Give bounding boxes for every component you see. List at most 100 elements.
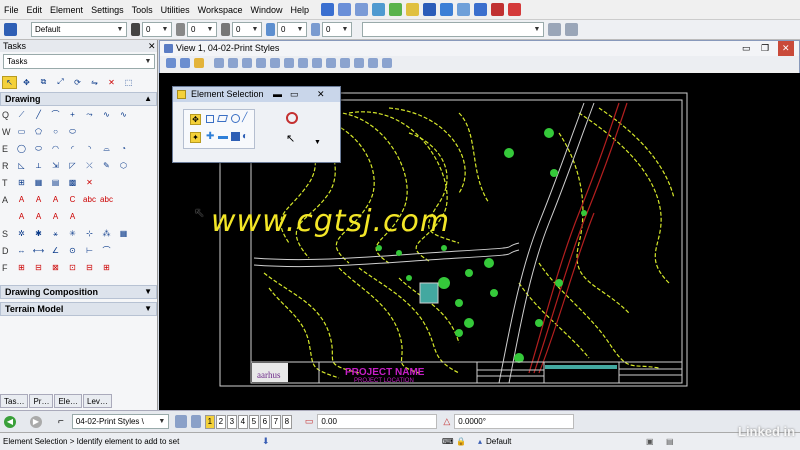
menu-workspace[interactable]: Workspace (194, 0, 247, 20)
priority-combo[interactable]: 0 ▼ (322, 22, 352, 37)
dimension-ordinate-icon[interactable]: ⊢ (82, 244, 97, 257)
scale-icon[interactable]: ⤢ (53, 76, 68, 89)
pattern-icon[interactable]: ▦ (31, 176, 46, 189)
chamfer-icon[interactable]: ◸ (65, 159, 80, 172)
cursor-icon[interactable] (440, 3, 454, 16)
chevron-down-icon[interactable]: ▼ (314, 139, 321, 146)
minimize-icon[interactable]: ▭ (742, 41, 751, 56)
manipulate-icon[interactable]: ⬚ (121, 76, 136, 89)
window-area-icon[interactable] (256, 58, 266, 68)
copy-icon[interactable]: ⧉ (36, 76, 51, 89)
view-button-4[interactable]: 4 (237, 414, 248, 429)
model-combo[interactable]: 04-02-Print Styles \ ▼ (71, 414, 169, 429)
measure-distance-icon[interactable]: ⊞ (14, 261, 29, 274)
modify-arc-icon[interactable]: ◝ (82, 142, 97, 155)
tab-tasks[interactable]: Tas… (0, 394, 29, 408)
extend-icon[interactable]: ⇲ (48, 159, 63, 172)
angle-field[interactable]: 0.0000° (454, 414, 575, 429)
measure-volume-icon[interactable]: ⊟ (82, 261, 97, 274)
no-entry-icon[interactable] (286, 112, 298, 124)
menu-help[interactable]: Help (287, 0, 314, 20)
forward-icon[interactable]: ▶ (30, 415, 42, 428)
view-button-7[interactable]: 7 (270, 414, 281, 429)
measure-length-icon[interactable]: ⊞ (99, 261, 114, 274)
line-icon[interactable]: ╱ (31, 108, 46, 121)
clear-selection-icon[interactable]: ◐ (242, 131, 248, 142)
ellipse-icon[interactable]: ⬭ (65, 125, 80, 138)
edit-text-icon[interactable]: A (48, 193, 63, 206)
place-point-icon[interactable]: + (65, 108, 80, 121)
trim-icon[interactable]: ⟂ (31, 159, 46, 172)
text-style-icon[interactable]: C (65, 193, 80, 206)
key-in-combo[interactable]: ▼ (362, 22, 544, 37)
standard-views-icon[interactable] (382, 58, 392, 68)
text-note-icon[interactable]: A (31, 193, 46, 206)
tab-element-info[interactable]: Ele… (54, 394, 83, 408)
view-attributes-icon[interactable] (166, 58, 176, 68)
circle-icon[interactable]: ○ (48, 125, 63, 138)
new-file-icon[interactable] (321, 3, 335, 16)
ellipse-tool-icon[interactable]: ⬭ (31, 142, 46, 155)
arc-3pt-icon[interactable]: ◜ (65, 142, 80, 155)
menu-window[interactable]: Window (246, 0, 286, 20)
view-button-2[interactable]: 2 (215, 414, 226, 429)
dimension-element-icon[interactable]: ↔ (14, 244, 29, 257)
view-previous-icon[interactable] (312, 58, 322, 68)
dimension-radial-icon[interactable]: ⊙ (65, 244, 80, 257)
curve-icon[interactable]: ∿ (116, 108, 131, 121)
lighting-icon[interactable] (194, 58, 204, 68)
arc-icon[interactable]: ⌒ (48, 108, 63, 121)
text-spell-icon[interactable]: A (48, 210, 63, 223)
crosshatch-icon[interactable]: ▩ (65, 176, 80, 189)
raster-icon[interactable] (372, 3, 386, 16)
transparency-icon[interactable] (266, 23, 275, 36)
minimize-icon[interactable]: ▬ (273, 87, 282, 102)
view-button-5[interactable]: 5 (248, 414, 259, 429)
measure-radius-icon[interactable]: ⊠ (48, 261, 63, 274)
cell-grid-icon[interactable]: ▦ (116, 227, 131, 240)
move-icon[interactable]: ✥ (19, 76, 34, 89)
fit-view-icon[interactable] (270, 58, 280, 68)
menu-settings[interactable]: Settings (87, 0, 128, 20)
shape-icon[interactable]: ⬠ (31, 125, 46, 138)
level-combo[interactable]: Default ▼ (31, 22, 127, 37)
back-icon[interactable]: ◀ (4, 415, 16, 428)
search-icon[interactable] (457, 3, 471, 16)
pan-view-icon[interactable] (298, 58, 308, 68)
levels-icon[interactable] (406, 3, 420, 16)
display-style-icon[interactable] (180, 58, 190, 68)
cell-library-icon[interactable]: ✱ (31, 227, 46, 240)
help-icon[interactable] (474, 3, 488, 16)
circle-selection-icon[interactable] (231, 114, 240, 123)
maximize-icon[interactable]: ▭ (290, 87, 299, 102)
views-icon[interactable] (190, 415, 201, 428)
view-button-1[interactable]: 1 (204, 414, 215, 429)
terrain-model-section[interactable]: Terrain Model ▼ (0, 302, 157, 316)
text-align-icon[interactable]: A (31, 210, 46, 223)
view-groups-icon[interactable] (174, 415, 187, 428)
cursor-mode-icon[interactable]: ↖ (286, 132, 295, 145)
close-doc-icon[interactable] (508, 3, 522, 16)
menu-element[interactable]: Element (46, 0, 87, 20)
block-selection-icon[interactable] (206, 115, 214, 123)
menu-utilities[interactable]: Utilities (157, 0, 194, 20)
rotate-view-icon[interactable] (284, 58, 294, 68)
text-fit-icon[interactable]: A (65, 210, 80, 223)
line-weight-icon[interactable] (221, 23, 230, 36)
close-icon[interactable]: ✕ (317, 87, 325, 102)
fillet-icon[interactable]: ◺ (14, 159, 29, 172)
measure-area-icon[interactable]: ⊟ (31, 261, 46, 274)
line-style-icon[interactable] (176, 23, 185, 36)
cell-matrix-icon[interactable]: ⊹ (82, 227, 97, 240)
model-icon[interactable]: ⌐ (58, 416, 64, 427)
dimension-linear-icon[interactable]: ⟷ (31, 244, 46, 257)
new-selection-icon[interactable]: ✦ (190, 132, 201, 143)
clip-volume-icon[interactable] (354, 58, 364, 68)
menu-file[interactable]: File (0, 0, 23, 20)
cell-replace-icon[interactable]: ⁂ (99, 227, 114, 240)
lock-icon[interactable]: 🔒 (456, 437, 478, 446)
reference-icon[interactable] (355, 3, 369, 16)
subtract-selection-icon[interactable]: ▬ (218, 131, 228, 142)
close-icon[interactable]: ✕ (778, 41, 794, 56)
design-file-icon[interactable]: ▤ (666, 437, 674, 446)
